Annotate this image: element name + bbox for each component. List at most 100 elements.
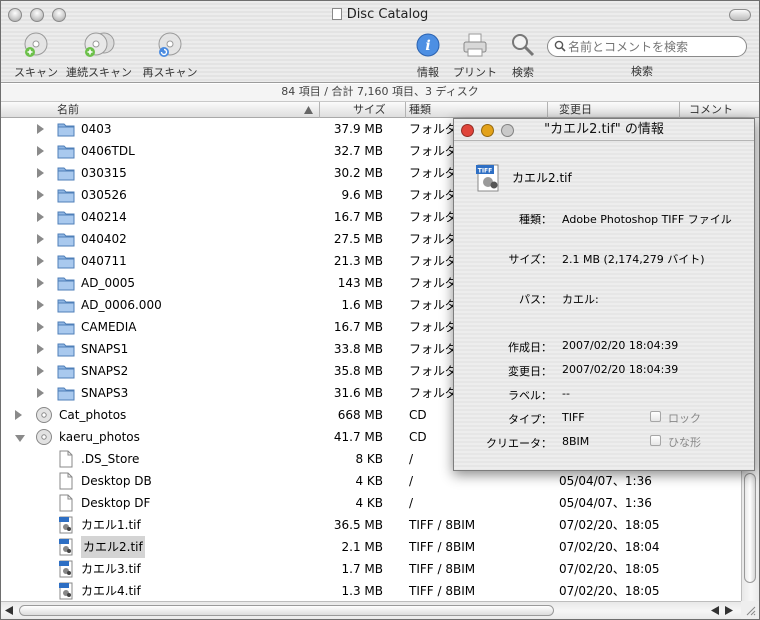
column-size[interactable]: サイズ — [353, 103, 386, 117]
row-name: SNAPS2 — [81, 364, 129, 378]
resize-grip-icon — [746, 606, 756, 616]
lock-label: ロック — [668, 412, 701, 425]
row-name: カエル3.tif — [81, 562, 141, 576]
disc-catalog-window: Disc Catalog スキャン 連続スキャン 再スキャン i 情報 プリント… — [0, 0, 760, 620]
lock-checkbox[interactable] — [650, 411, 661, 422]
disclosure-triangle-icon[interactable] — [37, 146, 44, 156]
row-size: 1.6 MB — [341, 298, 383, 312]
row-kind: TIFF / 8BIM — [409, 562, 476, 576]
list-row[interactable]: カエル4.tif 1.3 MB TIFF / 8BIM 07/02/20、18:05 — [1, 580, 741, 601]
horizontal-scrollbar[interactable] — [1, 601, 741, 619]
column-kind[interactable]: 種類 — [409, 103, 431, 117]
scan-label: スキャン — [14, 66, 58, 79]
list-row[interactable]: カエル2.tif 2.1 MB TIFF / 8BIM 07/02/20、18:04 — [1, 536, 741, 558]
search-field[interactable] — [547, 36, 747, 57]
row-size: 31.6 MB — [333, 386, 383, 400]
info-panel: "カエル2.tif" の情報 TIFF カエル2.tif 種類： Adobe P… — [453, 118, 755, 471]
row-name: 0403 — [81, 122, 112, 136]
row-kind: フォルダ — [409, 144, 458, 158]
svg-text:TIFF: TIFF — [478, 168, 493, 175]
folder-icon — [57, 384, 75, 402]
tiff-file-icon — [57, 560, 75, 578]
vertical-scroll-thumb[interactable] — [744, 473, 756, 583]
folder-icon — [57, 120, 75, 138]
disclosure-triangle-icon[interactable] — [37, 190, 44, 200]
column-name[interactable]: 名前 — [57, 103, 79, 117]
stationery-checkbox[interactable] — [650, 435, 661, 446]
batch-scan-button[interactable]: 連続スキャン — [65, 31, 133, 80]
info-minimize-button[interactable] — [481, 124, 494, 137]
rescan-label: 再スキャン — [142, 66, 198, 79]
row-size: 41.7 MB — [333, 430, 383, 444]
info-close-button[interactable] — [461, 124, 474, 137]
disclosure-triangle-icon[interactable] — [37, 388, 44, 398]
column-modified[interactable]: 変更日 — [559, 103, 592, 117]
stationery-label: ひな形 — [668, 436, 701, 449]
list-row[interactable]: カエル1.tif 36.5 MB TIFF / 8BIM 07/02/20、18:05 — [1, 514, 741, 536]
document-icon — [57, 472, 75, 490]
info-created-value: 2007/02/20 18:04:39 — [562, 339, 679, 352]
print-button[interactable]: プリント — [451, 31, 499, 80]
title-toolbar: Disc Catalog スキャン 連続スキャン 再スキャン i 情報 プリント… — [1, 1, 759, 83]
row-name: カエル2.tif — [81, 536, 145, 558]
row-size: 4 KB — [355, 474, 383, 488]
column-comment[interactable]: コメント — [689, 103, 733, 117]
disclosure-triangle-icon[interactable] — [37, 256, 44, 266]
info-size-value: 2.1 MB (2,174,279 バイト) — [562, 253, 705, 266]
disclosure-triangle-icon[interactable] — [37, 278, 44, 288]
row-date: 07/02/20、18:04 — [559, 540, 660, 554]
search-toolbar-button[interactable]: 検索 — [505, 31, 541, 80]
svg-text:i: i — [425, 38, 430, 54]
row-size: 9.6 MB — [341, 188, 383, 202]
row-name: AD_0006.000 — [81, 298, 162, 312]
info-creator-label: クリエータ： — [486, 437, 552, 450]
info-zoom-button[interactable] — [501, 124, 514, 137]
row-size: 1.3 MB — [341, 584, 383, 598]
scroll-left-icon-2[interactable] — [711, 606, 719, 615]
scroll-left-icon[interactable] — [5, 606, 13, 615]
row-size: 2.1 MB — [341, 540, 383, 554]
row-kind: フォルダ — [409, 364, 458, 378]
disclosure-triangle-icon[interactable] — [37, 212, 44, 222]
folder-icon — [57, 186, 75, 204]
list-row[interactable]: Desktop DF 4 KB / 05/04/07、1:36 — [1, 492, 741, 514]
row-size: 21.3 MB — [333, 254, 383, 268]
scan-button[interactable]: スキャン — [13, 31, 59, 80]
row-kind: フォルダ — [409, 210, 458, 224]
row-size: 33.8 MB — [333, 342, 383, 356]
row-size: 8 KB — [355, 452, 383, 466]
toolbar-toggle-button[interactable] — [729, 9, 751, 21]
disclosure-triangle-icon[interactable] — [15, 435, 25, 442]
row-kind: フォルダ — [409, 276, 458, 290]
disclosure-triangle-icon[interactable] — [37, 366, 44, 376]
row-kind: フォルダ — [409, 342, 458, 356]
search-input[interactable] — [568, 39, 740, 54]
disclosure-triangle-icon[interactable] — [37, 124, 44, 134]
row-kind: TIFF / 8BIM — [409, 540, 476, 554]
row-size: 668 MB — [337, 408, 383, 422]
scroll-right-icon[interactable] — [725, 606, 733, 615]
row-kind: CD — [409, 430, 427, 444]
list-row[interactable]: Desktop DB 4 KB / 05/04/07、1:36 — [1, 470, 741, 492]
print-label: プリント — [453, 66, 497, 79]
resize-grip[interactable] — [741, 601, 759, 619]
disclosure-triangle-icon[interactable] — [37, 234, 44, 244]
list-row[interactable]: カエル3.tif 1.7 MB TIFF / 8BIM 07/02/20、18:05 — [1, 558, 741, 580]
rescan-button[interactable]: 再スキャン — [141, 31, 199, 80]
row-size: 4 KB — [355, 496, 383, 510]
disclosure-triangle-icon[interactable] — [37, 344, 44, 354]
info-label-value: -- — [562, 387, 570, 400]
row-name: 040711 — [81, 254, 127, 268]
horizontal-scroll-thumb[interactable] — [19, 605, 554, 616]
info-button[interactable]: i 情報 — [411, 31, 445, 80]
disclosure-triangle-icon[interactable] — [37, 322, 44, 332]
info-title-bar: "カエル2.tif" の情報 — [454, 119, 754, 141]
row-size: 30.2 MB — [333, 166, 383, 180]
disclosure-triangle-icon[interactable] — [37, 168, 44, 178]
info-filename: カエル2.tif — [512, 171, 572, 185]
disclosure-triangle-icon[interactable] — [37, 300, 44, 310]
folder-icon — [57, 296, 75, 314]
folder-icon — [57, 142, 75, 160]
disclosure-triangle-icon[interactable] — [15, 410, 22, 420]
folder-icon — [57, 252, 75, 270]
